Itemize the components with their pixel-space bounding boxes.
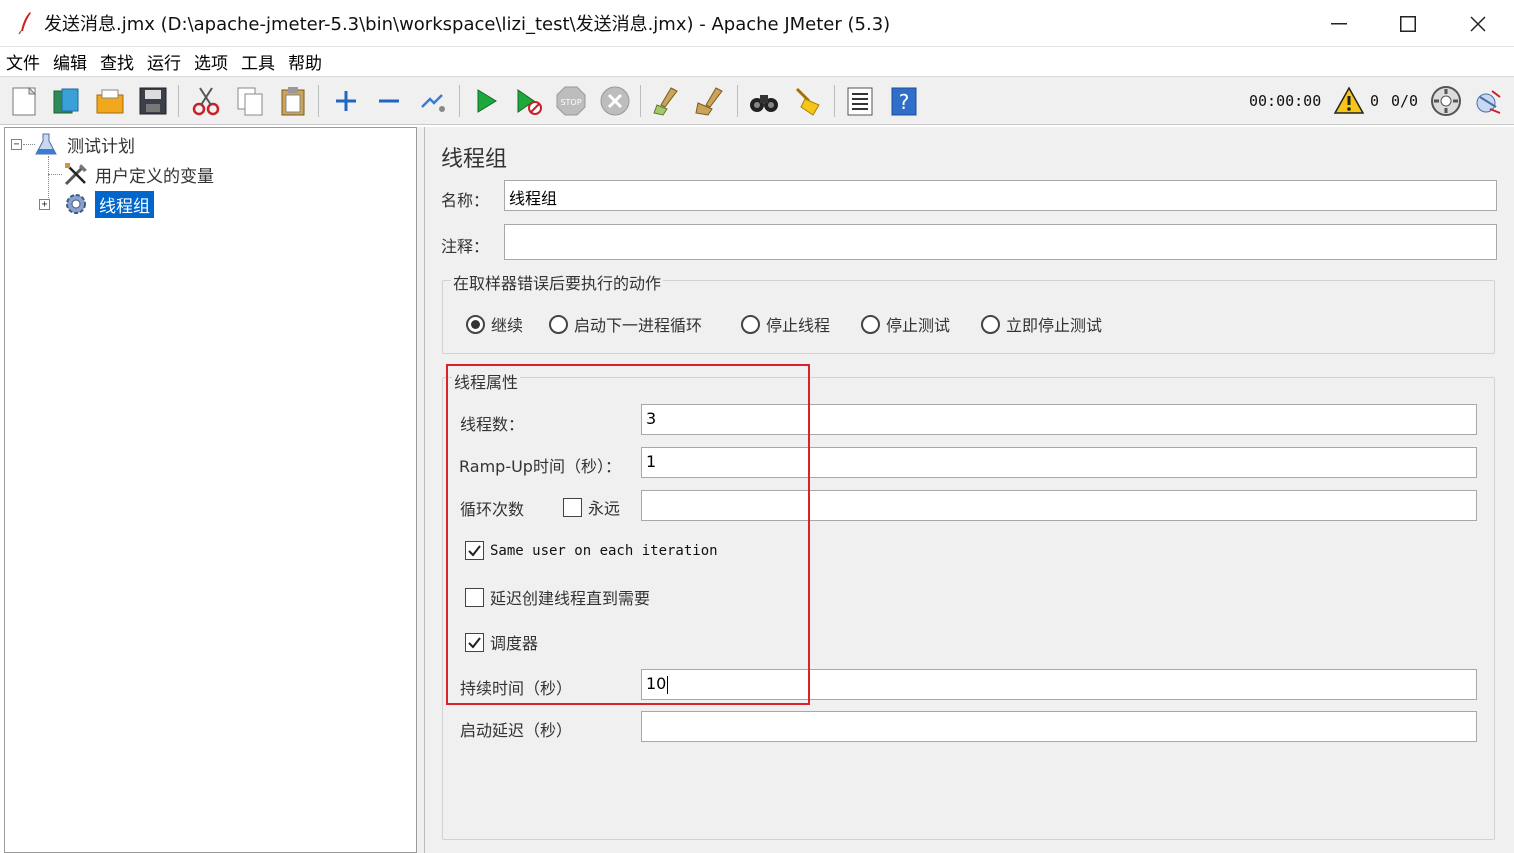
maximize-button[interactable]: [1373, 0, 1443, 47]
menu-file[interactable]: 文件: [6, 49, 40, 74]
close-button[interactable]: [1443, 0, 1513, 47]
svg-text:STOP: STOP: [560, 98, 581, 107]
menu-search[interactable]: 查找: [100, 49, 134, 74]
flask-icon: [35, 132, 57, 156]
save-icon[interactable]: [137, 85, 169, 117]
title-bar: 发送消息.jmx (D:\apache-jmeter-5.3\bin\works…: [0, 0, 1514, 47]
check-icon: [468, 636, 481, 649]
tree-item-label: 测试计划: [67, 136, 135, 157]
thread-properties-title: 线程属性: [452, 369, 521, 393]
tree-expand-toggle[interactable]: +: [39, 199, 50, 210]
radio-start-next-loop[interactable]: 启动下一进程循环: [549, 312, 702, 336]
radio-dot: [861, 314, 880, 334]
minimize-button[interactable]: [1304, 0, 1374, 47]
name-label: 名称：: [441, 191, 490, 210]
warning-icon[interactable]: [1333, 85, 1365, 117]
menu-edit[interactable]: 编辑: [53, 49, 87, 74]
loop-count-label: 循环次数: [460, 500, 525, 519]
rampup-label: Ramp-Up时间（秒）：: [459, 457, 621, 476]
radio-continue[interactable]: 继续: [466, 312, 523, 336]
forever-checkbox[interactable]: 永远: [563, 495, 620, 519]
radio-stop-test[interactable]: 停止测试: [861, 312, 950, 336]
tree-item-label: 线程组: [95, 190, 154, 218]
active-threads-count: 0/0: [1391, 92, 1419, 110]
cut-icon[interactable]: [190, 85, 222, 117]
comment-input[interactable]: [504, 224, 1497, 260]
startup-delay-label: 启动延迟（秒）: [460, 721, 573, 740]
test-plan-tree[interactable]: − 测试计划 用户定义的变量 + 线程组: [4, 127, 417, 853]
tree-item-label: 用户定义的变量: [95, 166, 214, 187]
text-caret: [667, 675, 669, 694]
duration-label: 持续时间（秒）: [460, 679, 573, 698]
radio-stop-thread[interactable]: 停止线程: [741, 312, 830, 336]
radio-dot: [549, 314, 568, 334]
scheduler-checkbox[interactable]: 调度器: [465, 630, 538, 654]
error-action-title: 在取样器错误后要执行的动作: [451, 270, 664, 294]
tree-item-user-variables[interactable]: 用户定义的变量: [63, 160, 214, 188]
split-divider[interactable]: [417, 127, 424, 853]
tools-icon: [63, 161, 89, 187]
radio-stop-test-now[interactable]: 立即停止测试: [981, 312, 1102, 336]
comment-label: 注释：: [441, 237, 490, 256]
same-user-checkbox[interactable]: Same user on each iteration: [465, 541, 718, 560]
rampup-input[interactable]: 1: [641, 447, 1477, 478]
duration-input[interactable]: 10: [641, 669, 1477, 700]
window-title: 发送消息.jmx (D:\apache-jmeter-5.3\bin\works…: [44, 14, 891, 35]
tree-item-test-plan[interactable]: 测试计划: [35, 130, 135, 158]
help-icon[interactable]: ?: [888, 85, 920, 117]
menu-bar: 文件 编辑 查找 运行 选项 工具 帮助: [0, 47, 1514, 77]
tree-collapse-toggle[interactable]: −: [11, 139, 22, 150]
gear-icon: [63, 191, 89, 217]
menu-run[interactable]: 运行: [147, 49, 181, 74]
checkbox-box: [563, 497, 582, 517]
new-file-icon[interactable]: [8, 85, 40, 117]
start-no-pauses-icon[interactable]: [512, 85, 544, 117]
panel-title: 线程组: [441, 147, 508, 172]
jmeter-feather-icon: [16, 11, 36, 35]
menu-tools[interactable]: 工具: [241, 49, 275, 74]
startup-delay-input[interactable]: [641, 711, 1477, 742]
start-icon[interactable]: [470, 85, 502, 117]
open-folder-icon[interactable]: [94, 85, 126, 117]
checkbox-box: [465, 541, 484, 560]
loop-count-input[interactable]: [641, 490, 1477, 521]
remote-status-icon[interactable]: [1430, 85, 1462, 117]
warning-count: 0: [1370, 92, 1380, 110]
check-icon: [468, 545, 481, 557]
thread-count-input[interactable]: 3: [641, 404, 1477, 435]
menu-help[interactable]: 帮助: [288, 49, 322, 74]
log-viewer-icon[interactable]: [1472, 85, 1504, 117]
name-input[interactable]: 线程组: [504, 180, 1497, 211]
delay-thread-creation-checkbox[interactable]: 延迟创建线程直到需要: [465, 585, 650, 609]
toolbar: STOP ? 00:00:00 0 0/0: [0, 77, 1514, 125]
thread-count-label: 线程数：: [460, 415, 525, 434]
radio-dot: [466, 314, 485, 334]
checkbox-box: [465, 632, 484, 652]
expand-add-icon[interactable]: [330, 85, 362, 117]
radio-dot: [741, 314, 760, 334]
copy-icon[interactable]: [234, 85, 266, 117]
reset-search-broom-icon[interactable]: [791, 85, 823, 117]
radio-dot: [981, 314, 1000, 334]
clear-all-icon[interactable]: [694, 85, 726, 117]
toggle-icon[interactable]: [416, 85, 448, 117]
thread-group-panel: 线程组 名称： 线程组 注释： 在取样器错误后要执行的动作 继续 启动下一进程循…: [424, 127, 1514, 853]
function-helper-list-icon[interactable]: [844, 85, 876, 117]
clear-icon[interactable]: [651, 85, 683, 117]
checkbox-box: [465, 587, 484, 607]
tree-item-thread-group[interactable]: 线程组: [63, 190, 154, 218]
svg-text:?: ?: [899, 90, 910, 114]
paste-icon[interactable]: [277, 85, 309, 117]
collapse-remove-icon[interactable]: [373, 85, 405, 117]
stop-icon[interactable]: STOP: [555, 85, 587, 117]
menu-options[interactable]: 选项: [194, 49, 228, 74]
shutdown-icon[interactable]: [599, 85, 631, 117]
elapsed-timer: 00:00:00: [1249, 92, 1322, 110]
templates-icon[interactable]: [50, 85, 82, 117]
search-binoculars-icon[interactable]: [748, 85, 780, 117]
